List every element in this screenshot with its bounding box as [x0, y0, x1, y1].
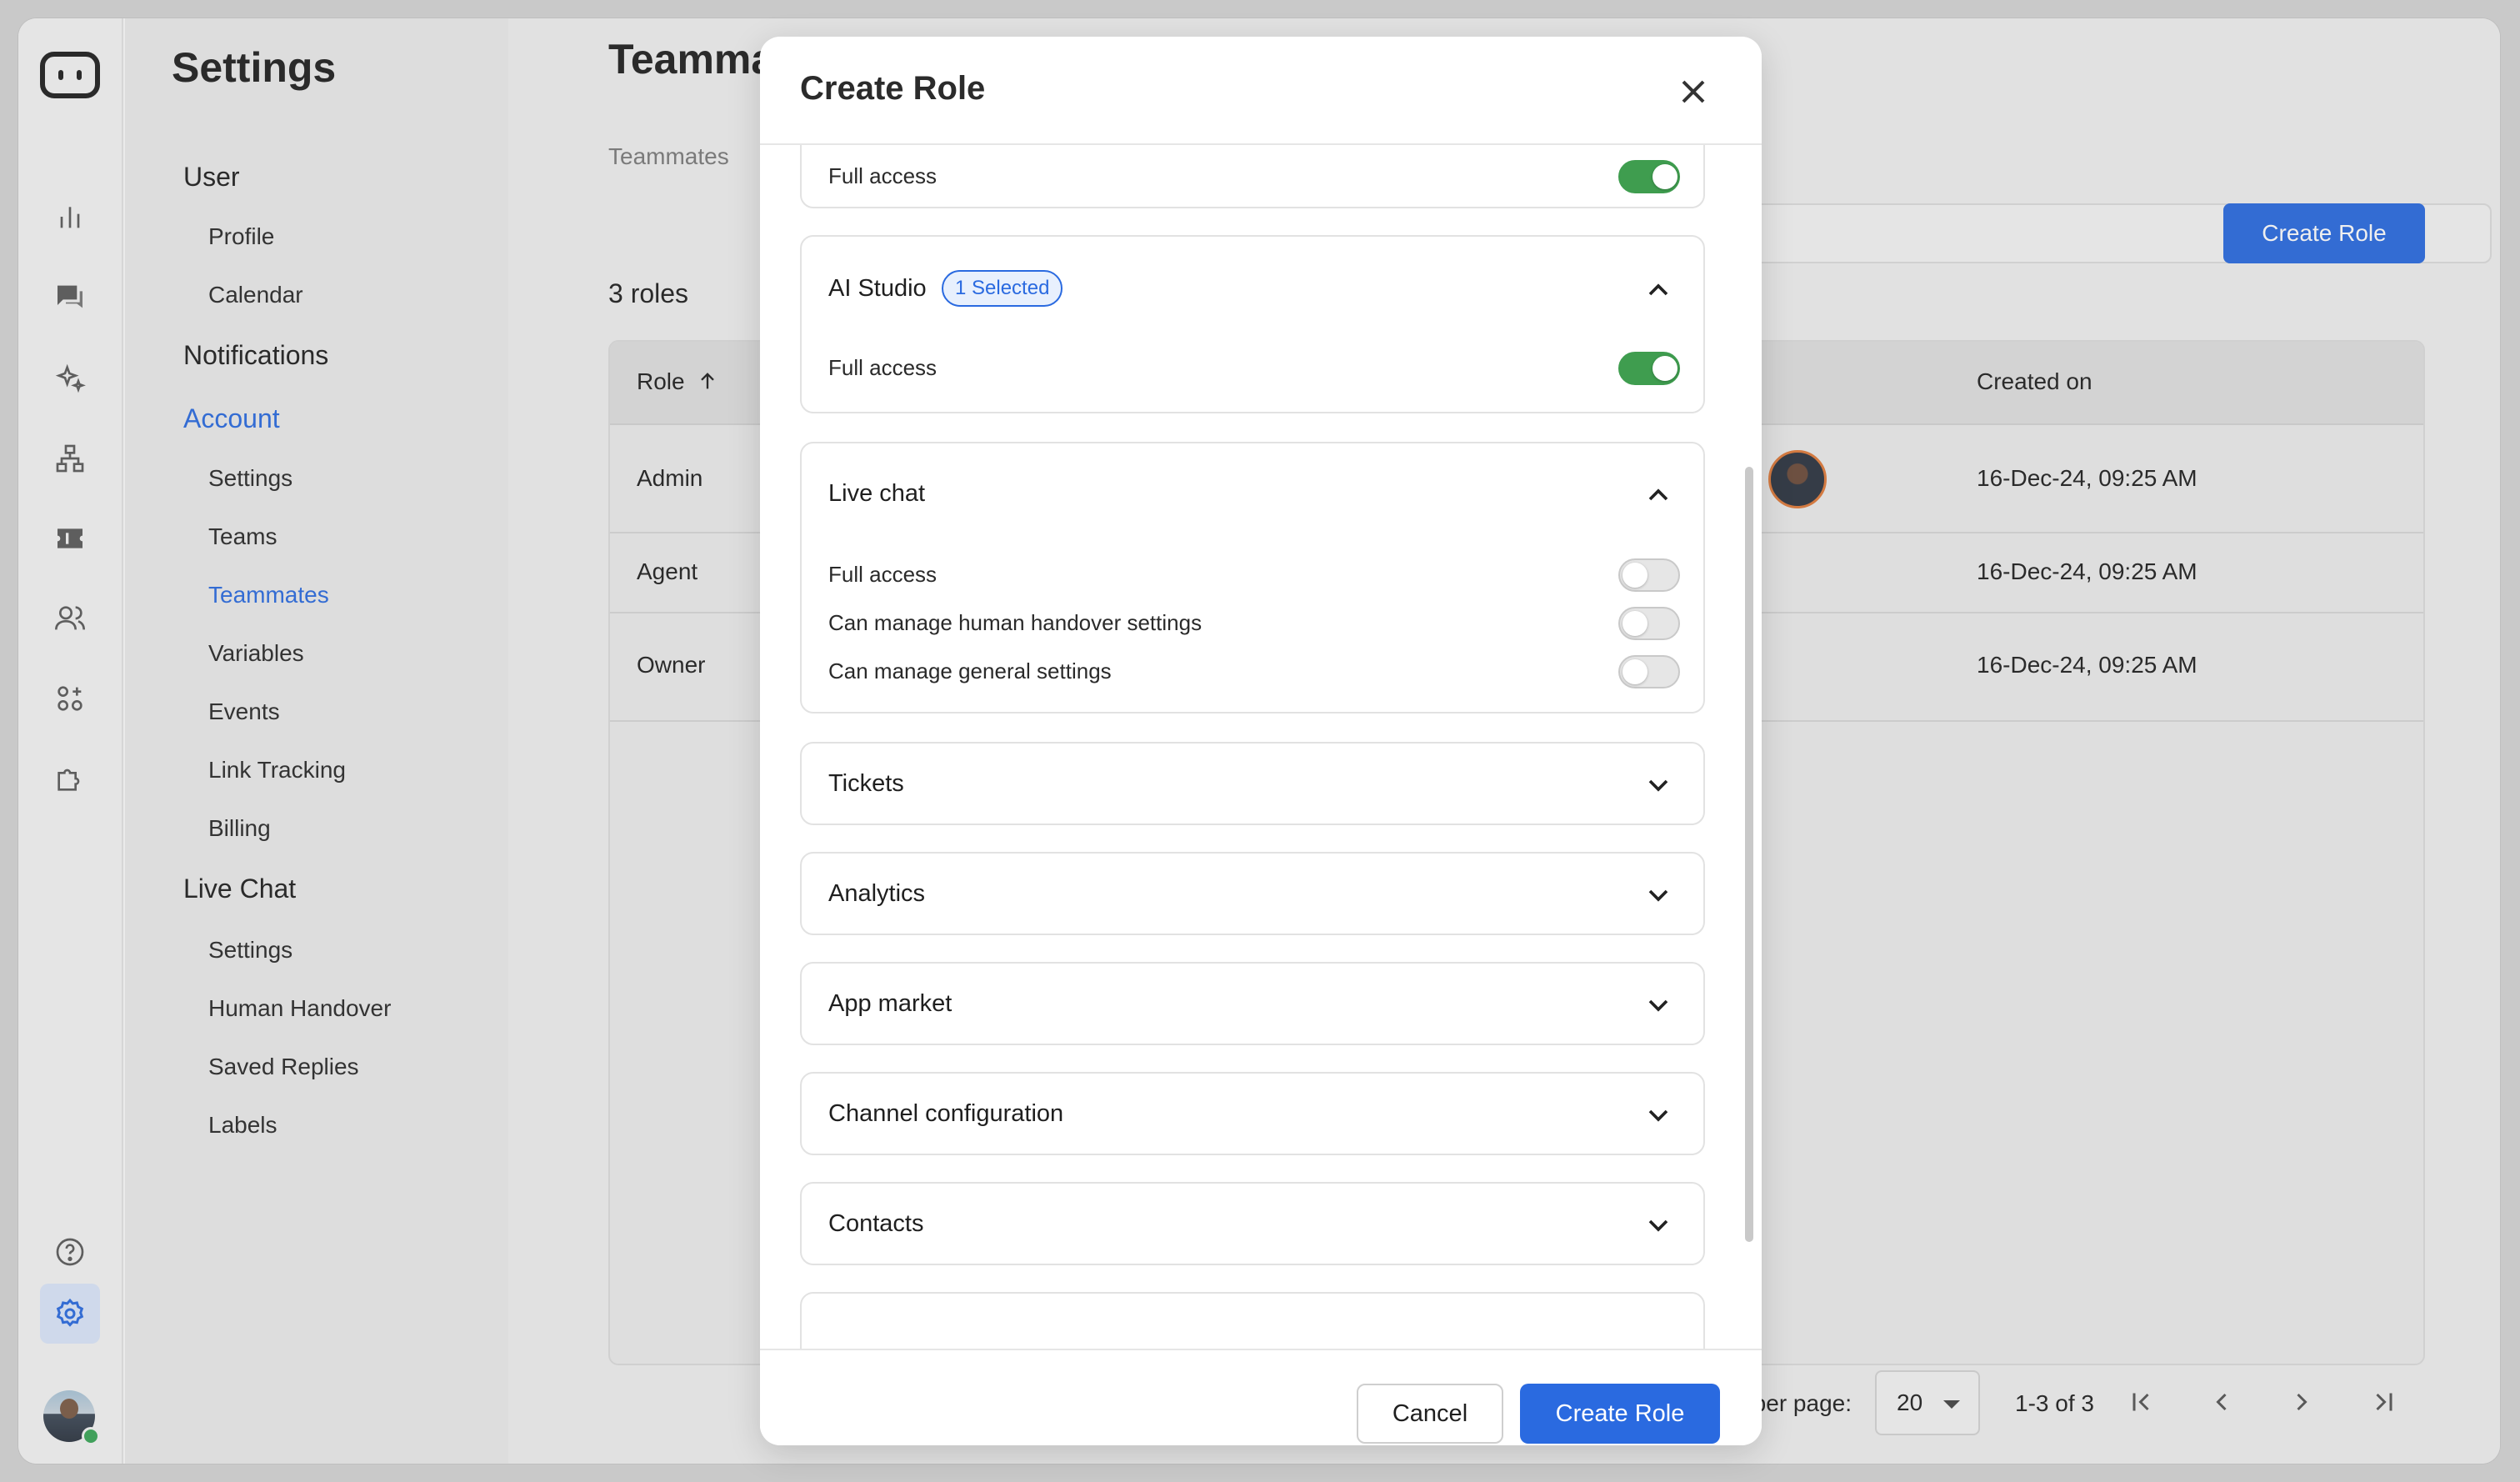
chevron-up-icon[interactable] — [1642, 478, 1675, 512]
permission-card-contacts[interactable]: Contacts — [800, 1182, 1705, 1265]
chevron-up-icon[interactable] — [1642, 273, 1675, 307]
modal-body: Full access AI Studio 1 Selected Full ac… — [760, 145, 1762, 1349]
card-title: Contacts — [828, 1210, 924, 1237]
permission-card-analytics[interactable]: Analytics — [800, 852, 1705, 935]
permission-label: Full access — [828, 562, 938, 587]
create-role-modal: Create Role Full access AI Studio 1 Sele… — [760, 37, 1762, 1445]
card-title[interactable]: AI Studio — [828, 275, 927, 303]
modal-footer: Cancel Create Role — [760, 1349, 1762, 1445]
human-handover-toggle[interactable] — [1618, 607, 1680, 640]
card-title: Channel configuration — [828, 1100, 1064, 1127]
permission-card-app-market[interactable]: App market — [800, 962, 1705, 1045]
permission-card-previous: Full access — [800, 145, 1705, 208]
cancel-button[interactable]: Cancel — [1357, 1384, 1503, 1444]
permission-card-tickets[interactable]: Tickets — [800, 742, 1705, 825]
close-icon[interactable] — [1673, 72, 1713, 112]
chevron-down-icon[interactable] — [1642, 879, 1675, 912]
selected-badge: 1 Selected — [942, 270, 1063, 307]
full-access-toggle[interactable] — [1618, 558, 1680, 592]
chevron-down-icon[interactable] — [1642, 769, 1675, 802]
full-access-toggle[interactable] — [1618, 160, 1680, 193]
card-title: Tickets — [828, 770, 904, 797]
chevron-down-icon[interactable] — [1642, 1209, 1675, 1242]
permission-label: Can manage human handover settings — [828, 610, 1202, 635]
permission-card-next[interactable] — [800, 1292, 1705, 1349]
permission-label: Full access — [828, 355, 938, 380]
create-role-submit-button[interactable]: Create Role — [1520, 1384, 1720, 1444]
modal-header: Create Role — [760, 37, 1762, 145]
permission-card-ai-studio: AI Studio 1 Selected Full access — [800, 235, 1705, 413]
chevron-down-icon[interactable] — [1642, 1099, 1675, 1132]
card-title[interactable]: Live chat — [828, 480, 925, 508]
full-access-toggle[interactable] — [1618, 352, 1680, 385]
permission-card-live-chat: Live chat Full access Can manage human h… — [800, 442, 1705, 713]
modal-title: Create Role — [800, 70, 986, 107]
general-settings-toggle[interactable] — [1618, 655, 1680, 688]
permission-label: Can manage general settings — [828, 658, 1112, 683]
card-title: Analytics — [828, 880, 926, 907]
card-title: App market — [828, 990, 952, 1017]
permission-card-channel-configuration[interactable]: Channel configuration — [800, 1072, 1705, 1155]
chevron-down-icon[interactable] — [1642, 989, 1675, 1022]
modal-scrollbar[interactable] — [1745, 467, 1753, 1242]
permission-label: Full access — [828, 163, 938, 188]
